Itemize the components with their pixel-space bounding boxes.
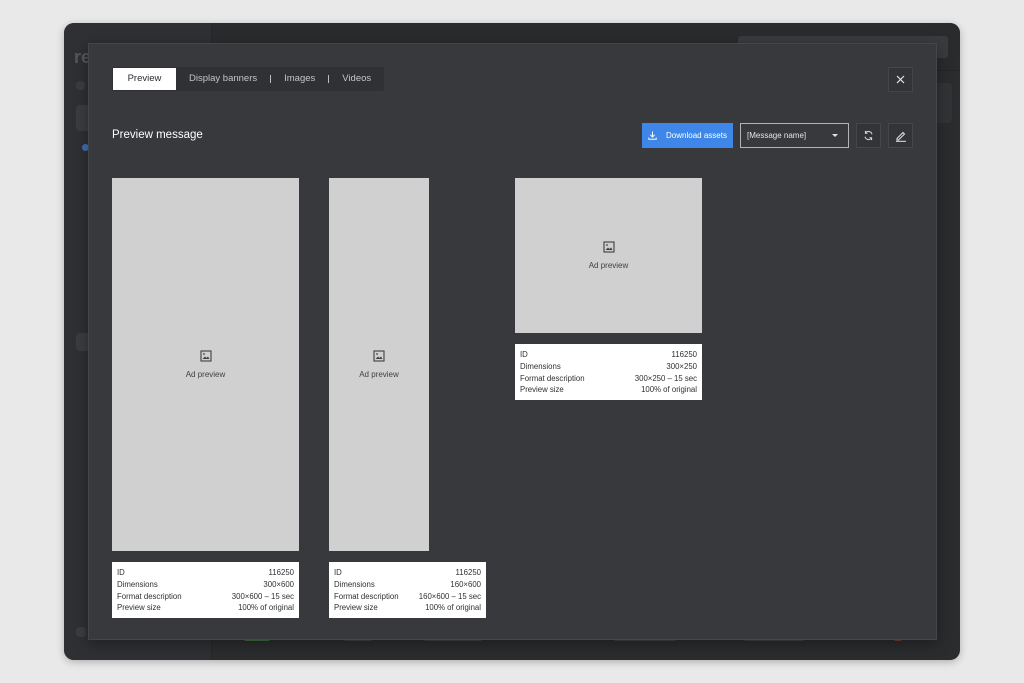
ad-preview-300x600: Ad preview — [112, 178, 299, 551]
ad-preview-300x250: Ad preview — [515, 178, 702, 333]
info-row-id: ID 116250 — [520, 350, 697, 359]
modal-title: Preview message — [112, 129, 203, 141]
info-row-format: Format description 160×600 – 15 sec — [334, 591, 481, 601]
edit-icon — [895, 131, 906, 142]
info-row-id: ID 116250 — [117, 568, 294, 577]
tab-display-banners[interactable]: Display banners — [176, 68, 270, 90]
tab-videos[interactable]: Videos — [329, 68, 384, 90]
info-row-preview-size: Preview size 100% of original — [334, 603, 481, 613]
edit-button[interactable] — [888, 123, 913, 148]
image-icon — [373, 350, 385, 362]
image-icon — [199, 350, 212, 362]
ad-preview-label: Ad preview — [359, 370, 399, 379]
close-icon — [896, 75, 905, 84]
background-icon — [76, 627, 86, 637]
chevron-down-icon — [832, 134, 838, 137]
info-row-id: ID 116250 — [334, 568, 481, 577]
refresh-icon — [864, 130, 873, 141]
message-name-select[interactable]: [Message name] — [740, 123, 849, 148]
info-row-format: Format description 300×600 – 15 sec — [117, 591, 294, 601]
tab-images[interactable]: Images — [271, 68, 328, 90]
download-icon — [648, 131, 657, 140]
ad-preview-160x600: Ad preview — [329, 178, 429, 551]
info-row-dimensions: Dimensions 300×250 — [520, 361, 697, 371]
info-row-preview-size: Preview size 100% of original — [117, 603, 294, 613]
message-name-value: [Message name] — [747, 131, 807, 140]
tab-preview[interactable]: Preview — [113, 68, 176, 90]
info-row-format: Format description 300×250 – 15 sec — [520, 373, 697, 383]
download-assets-label: Download assets — [666, 131, 727, 140]
info-row-dimensions: Dimensions 160×600 — [334, 579, 481, 589]
ad-preview-label: Ad preview — [588, 261, 629, 270]
background-icon — [76, 81, 85, 90]
info-row-dimensions: Dimensions 300×600 — [117, 579, 294, 589]
ad-preview-label: Ad preview — [185, 370, 226, 379]
refresh-button[interactable] — [856, 123, 881, 148]
tab-bar: Preview Display banners Images Videos — [112, 67, 385, 91]
ad-info-card: ID 116250 Dimensions 300×600 Format descri… — [112, 562, 299, 619]
download-assets-button[interactable]: Download assets — [642, 123, 733, 148]
image-icon — [602, 241, 615, 253]
preview-modal: Preview Display banners Images Videos Pr… — [88, 43, 937, 640]
ad-info-card: ID 116250 Dimensions 300×250 Format descri… — [515, 344, 702, 401]
info-row-preview-size: Preview size 100% of original — [520, 385, 697, 395]
close-button[interactable] — [888, 67, 913, 92]
ad-info-card: ID 116250 Dimensions 160×600 Format descri… — [329, 562, 486, 619]
